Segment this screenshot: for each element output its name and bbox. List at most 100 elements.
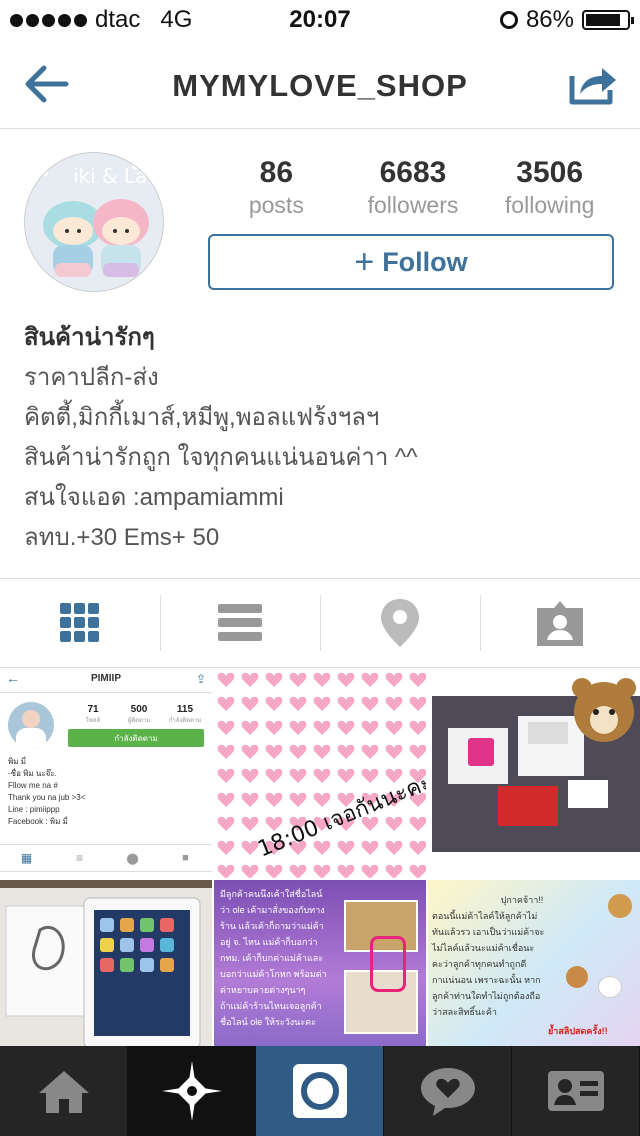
notice-line: ปุกาคจ้าา!! (500, 895, 544, 905)
plus-icon: + (354, 243, 375, 281)
profile-stats: 86 posts 6683 followers 3506 following (208, 156, 618, 219)
list-view-icon (218, 604, 262, 641)
notice-line: ว่า ole เค้ามาสั่งของกับทาง (220, 905, 325, 915)
stat-following[interactable]: 3506 following (481, 156, 618, 219)
thumb-following-button: กำลังติดตาม (68, 729, 204, 747)
bio-name: สินค้าน่ารักๆ (24, 324, 155, 351)
photo-grid: ← PIMIIP ⇪ 71 โพสต์ 500 ผู้ติดตาม 115 กำลัง… (0, 668, 640, 1048)
tab-grid-view[interactable] (0, 579, 160, 667)
notice-text: มีลูกค้าคนนึงเค้าใส่ชื่อไลน์ ว่า ole เค้… (220, 886, 340, 1030)
avatar-image: iki & La (25, 153, 163, 291)
thumb-view-bar: ▦ ≡ ⬤ ■ (0, 844, 212, 872)
thumb-avatar (8, 702, 54, 748)
battery-icon (582, 10, 634, 30)
explore-icon (161, 1061, 222, 1121)
status-right: 86% (499, 6, 634, 34)
profile-icon (547, 1071, 604, 1111)
thumb-bio-line: Thank you na jub >3< (8, 793, 86, 802)
grid-view-icon (60, 603, 99, 642)
photo-thumbnail[interactable] (0, 880, 212, 1048)
alarm-icon (499, 11, 518, 29)
thumb-share-icon: ⇪ (195, 672, 206, 686)
thumb-stat-label: โพสต์ (85, 718, 101, 724)
page-title: MYMYLOVE_SHOP (172, 68, 468, 103)
thumb-navbar: ← PIMIIP ⇪ (0, 668, 212, 693)
tab-profile[interactable] (512, 1046, 640, 1136)
bottom-tab-bar (0, 1046, 640, 1136)
notice-line: กทม. เค้าก็บกค่าแม่ค้าและ (220, 953, 324, 963)
camera-icon (292, 1064, 347, 1118)
stat-value: 86 (259, 156, 294, 189)
tablet-photo-image (0, 880, 212, 1048)
tab-camera[interactable] (256, 1046, 384, 1136)
thumb-bio: พิม มี่ -ชื่อ พิม นะจ๊ะ. Fllow me na # T… (8, 756, 85, 828)
thumb-bio-line: Facebook : พิม มี่ (8, 817, 68, 826)
notice-line: ร้าน แล้วเค้าก็ถามว่าแม่ค้า (220, 921, 324, 931)
stat-label: following (504, 192, 595, 218)
tab-location-view[interactable] (320, 579, 480, 667)
notice-line: ด่าหยาบคายต่างๆนาๆ (220, 985, 306, 995)
follow-label: Follow (382, 246, 468, 277)
thumb-bio-line: Line : pimiippp (8, 805, 60, 814)
photo-thumbnail[interactable]: มีลูกค้าคนนึงเค้าใส่ชื่อไลน์ ว่า ole เค้… (214, 880, 426, 1048)
stat-label: posts (248, 192, 304, 218)
bear-sticker-icon (566, 966, 588, 988)
notice-line: ว่าสละสิทธิ์นะค้า (432, 1007, 497, 1017)
thumb-stat-value: 115 (176, 704, 194, 715)
notice-line: ลูกค้าท่านใดทำไม่ถูกต้องถือ (432, 991, 541, 1001)
notice-line: มีลูกค้าคนนึงเค้าใส่ชื่อไลน์ (220, 889, 323, 899)
thumb-bio-line: -ชื่อ พิม นะจ๊ะ. (8, 769, 57, 778)
photo-thumbnail[interactable]: ← PIMIIP ⇪ 71 โพสต์ 500 ผู้ติดตาม 115 กำลัง… (0, 668, 212, 878)
status-bar: dtac 4G 20:07 86% (0, 0, 640, 40)
notice-tag: ย้ำสลิปสดครั้ง!! (548, 1026, 608, 1036)
thumb-title: PIMIIP (90, 673, 121, 684)
thumb-stat-value: 71 (87, 704, 99, 715)
product-photo-image (428, 668, 640, 878)
thumb-bio-line: พิม มี่ (8, 757, 27, 766)
photo-thumbnail[interactable] (428, 668, 640, 878)
notice-line: บอกว่าแม่ค้าโกหก พร้อมด่า (220, 969, 327, 979)
nav-bar: MYMYLOVE_SHOP (0, 40, 640, 129)
stat-followers[interactable]: 6683 followers (345, 156, 482, 219)
bear-sticker-icon (608, 894, 632, 918)
bio-line: สนใจแอด :ampamiammi (24, 484, 284, 511)
location-pin-icon (381, 599, 419, 647)
notice-line: อยู่ จ. ไหน แม่ค้าก็บอกว่า (220, 937, 318, 947)
thumb-tag-icon: ■ (182, 852, 189, 864)
bio-line: ราคาปลีก-ส่ง (24, 364, 159, 391)
thumb-stat-label: กำลังติดตาม (168, 718, 202, 724)
bear-sticker-icon (598, 976, 622, 998)
profile-avatar[interactable]: iki & La (24, 152, 164, 292)
home-icon (38, 1071, 89, 1113)
tab-list-view[interactable] (160, 579, 320, 667)
notice-line: ชื่อไลน์ ole ให้ระวังนะคะ (220, 1017, 317, 1027)
photo-thumbnail[interactable]: ปุกาคจ้าา!! ตอนนี้แม่ค้าไลค์ให้ลูกค้าไม่… (428, 880, 640, 1048)
tagged-photos-icon (537, 601, 583, 646)
follow-button[interactable]: + Follow (208, 234, 614, 290)
thumb-stat-label: ผู้ติดตาม (127, 718, 151, 724)
stat-label: followers (367, 192, 459, 218)
stat-posts[interactable]: 86 posts (208, 156, 345, 219)
notice-line: ถ้าแม่ค้าร้านไหนเจอลูกค้า (220, 1001, 322, 1011)
stat-value: 6683 (379, 156, 447, 189)
tab-activity[interactable] (384, 1046, 512, 1136)
tab-explore[interactable] (128, 1046, 256, 1136)
view-mode-bar (0, 578, 640, 668)
bio-line: ลทบ.+30 Ems+ 50 (24, 524, 220, 551)
thumb-list-icon: ≡ (75, 851, 83, 865)
photo-thumbnail[interactable]: 18:00 เจอกันนะคะ :) (214, 668, 426, 878)
bio-line: สินค้าน่ารักถูก ใจทุกคนแน่นอนค่าา ^^ (24, 444, 418, 471)
thumb-stat-value: 500 (130, 704, 148, 715)
bio-line: คิตตี้,มิกกี้เมาส์,หมีพู,พอลแฟร้งฯลฯ (24, 404, 380, 431)
notice-line: ไม่ไลค์แล้วนะแม่ค้าเชื่อนะ (432, 943, 535, 953)
profile-bio: สินค้าน่ารักๆ ราคาปลีก-ส่ง คิตตี้,มิกกี้… (24, 318, 418, 558)
share-icon[interactable] (568, 62, 618, 106)
stat-value: 3506 (516, 156, 584, 189)
thumb-bio-line: Fllow me na # (8, 781, 58, 790)
svg-text:iki & La: iki & La (73, 164, 147, 188)
notice-line: ตอนนี้แม่ค้าไลค์ให้ลูกค้าไม่ (432, 911, 538, 921)
tab-tagged-view[interactable] (480, 579, 640, 667)
notice-scribble (370, 936, 406, 992)
tab-home[interactable] (0, 1046, 128, 1136)
battery-percent: 86% (525, 6, 574, 33)
